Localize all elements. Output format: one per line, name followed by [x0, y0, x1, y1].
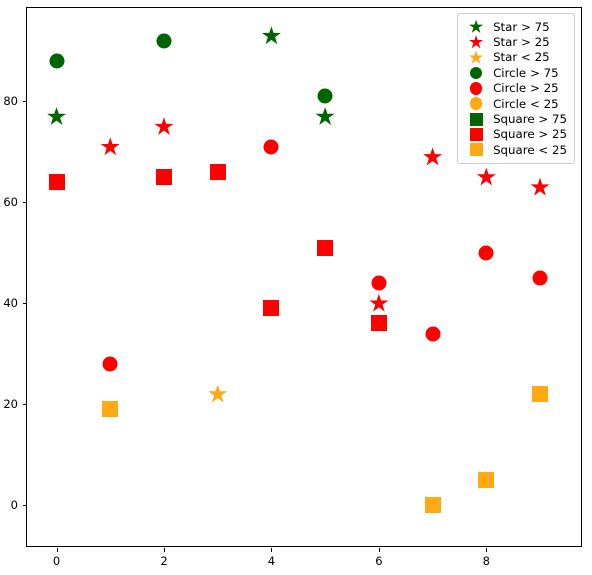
plot-area: 0 2 4 6 8 0 20 40 60 80 Star > 75 Star > 25 Star <…: [3, 7, 582, 568]
legend-item-label: Square > 25: [493, 127, 567, 142]
legend-star-icon: [464, 50, 488, 65]
data-point-circle: [371, 275, 387, 291]
data-point-star: [208, 384, 228, 403]
data-point-circle: [425, 326, 441, 341]
data-point-circle: [102, 356, 118, 372]
square-marker-icon: [469, 143, 483, 157]
star-marker-icon: [469, 19, 484, 33]
data-point-square: [48, 174, 65, 191]
y-tick-label: 40: [3, 296, 18, 311]
data-point-square: [209, 164, 226, 181]
data-point-star: [100, 137, 120, 156]
x-tick-mark: [271, 548, 273, 552]
data-point-star: [369, 293, 389, 312]
x-tick-label: 0: [52, 554, 61, 568]
x-tick-mark: [56, 548, 58, 552]
square-marker-icon: [469, 127, 483, 141]
x-tick-label: 6: [375, 554, 383, 568]
legend-square-icon: [464, 112, 488, 127]
y-tick-label: 20: [3, 397, 18, 412]
data-point-square: [155, 169, 172, 186]
legend-item: Square > 75: [464, 111, 567, 126]
legend-item: Star > 75: [464, 19, 567, 34]
legend-item: Square < 25: [464, 142, 567, 157]
legend-item: Circle > 25: [464, 81, 567, 96]
data-point-square: [263, 300, 280, 317]
data-point-square: [478, 471, 495, 488]
legend-square-icon: [464, 127, 488, 142]
legend-item-label: Circle > 25: [493, 81, 559, 96]
data-point-circle: [49, 53, 65, 69]
legend-item: Square > 25: [464, 127, 567, 142]
legend-item-label: Square < 25: [493, 142, 567, 157]
data-point-star: [47, 107, 67, 125]
circle-marker-icon: [469, 82, 483, 95]
circle-marker-icon: [469, 97, 483, 110]
y-tick-label: 0: [10, 498, 18, 513]
x-tick-mark: [163, 548, 165, 552]
legend-item-label: Circle > 75: [493, 65, 559, 80]
legend-item-label: Square > 75: [493, 112, 567, 127]
square-marker-icon: [469, 112, 483, 126]
x-tick-label: 8: [482, 554, 490, 568]
data-point-square: [370, 315, 387, 332]
x-tick-mark: [378, 548, 380, 552]
scatter-plot-figure: 0 2 4 6 8 0 20 40 60 80 Star > 75 Star > 25 Star <…: [0, 0, 592, 575]
legend-item-label: Star > 25: [493, 35, 550, 50]
legend-circle-icon: [464, 81, 488, 96]
data-point-star: [154, 117, 174, 136]
legend-item: Star > 25: [464, 34, 567, 49]
circle-marker-icon: [469, 66, 483, 80]
legend-circle-icon: [464, 96, 488, 111]
data-point-circle: [317, 88, 333, 104]
y-tick-label: 80: [3, 94, 18, 109]
legend-item: Circle > 75: [464, 65, 567, 80]
data-point-square: [532, 386, 549, 403]
data-point-square: [424, 497, 441, 514]
data-point-star: [261, 26, 281, 45]
x-tick-label: 4: [267, 554, 276, 568]
data-point-star: [530, 177, 550, 196]
legend-item: Star < 25: [464, 50, 567, 65]
data-point-square: [102, 401, 119, 418]
legend-star-icon: [464, 19, 488, 34]
y-tick-label: 60: [3, 195, 18, 210]
legend-item: Circle < 25: [464, 96, 567, 111]
legend-item-label: Star < 25: [493, 50, 550, 65]
star-marker-icon: [469, 50, 484, 64]
data-point-square: [317, 239, 334, 256]
data-point-circle: [478, 245, 494, 261]
data-point-circle: [532, 270, 548, 286]
x-tick-mark: [486, 548, 488, 552]
data-point-star: [315, 107, 335, 125]
x-tick-label: 2: [160, 554, 168, 568]
star-marker-icon: [469, 35, 484, 49]
legend-circle-icon: [464, 65, 488, 80]
legend-item-label: Star > 75: [493, 19, 550, 34]
data-point-circle: [263, 139, 279, 155]
data-point-star: [476, 167, 496, 186]
legend-star-icon: [464, 35, 488, 50]
data-point-star: [423, 147, 443, 166]
legend-item-label: Circle < 25: [493, 96, 559, 111]
data-point-circle: [156, 33, 172, 49]
legend-square-icon: [464, 142, 488, 157]
legend: Star > 75 Star > 25 Star < 25 Circle > 75 Ci…: [457, 13, 575, 164]
